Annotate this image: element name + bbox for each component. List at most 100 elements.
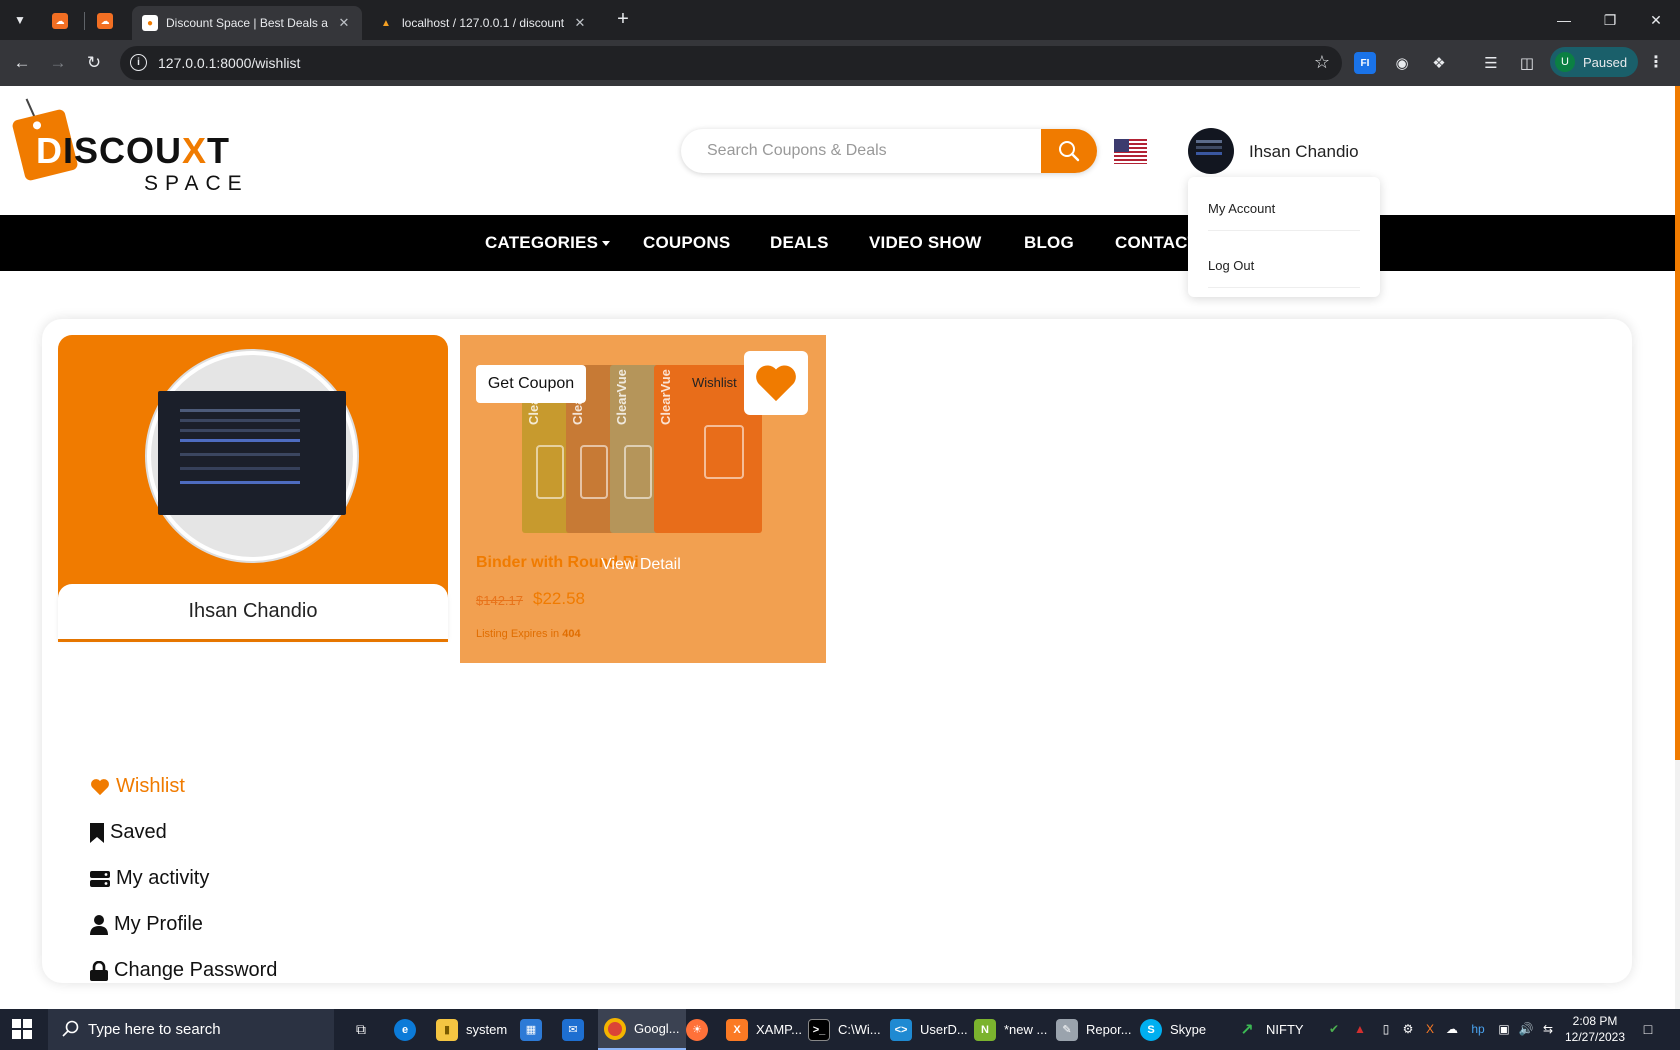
camera-extension-icon[interactable]: ◉ — [1391, 52, 1413, 74]
tab-search-chevron-icon[interactable]: ▼ — [8, 8, 32, 32]
site-header: DISCOUXT SPACE Ihsan Chandio — [0, 86, 1675, 215]
nav-blog[interactable]: BLOG — [1024, 233, 1074, 253]
taskbar-vscode[interactable]: <> UserD... — [890, 1009, 968, 1050]
wishlist-deal-card[interactable]: ClearVue ClearVue ClearVue ClearVue Get … — [460, 335, 826, 663]
bookmark-icon — [90, 822, 104, 843]
taskbar-nifty-widget[interactable]: ↗ NIFTY — [1236, 1009, 1303, 1050]
nav-video-show[interactable]: VIDEO SHOW — [869, 233, 982, 253]
taskbar-chrome[interactable]: Googl... — [598, 1009, 686, 1050]
tab-discount-space[interactable]: ● Discount Space | Best Deals and ✕ — [132, 6, 362, 40]
tab-close-icon[interactable]: ✕ — [336, 15, 352, 31]
taskbar-explorer-system[interactable]: ▮ system — [436, 1009, 507, 1050]
tab-close-icon[interactable]: ✕ — [572, 15, 588, 31]
menu-wishlist[interactable]: Wishlist — [90, 775, 185, 798]
task-view-icon[interactable]: ⧉ — [352, 1019, 370, 1039]
mail-icon: ✉ — [562, 1018, 584, 1041]
forward-arrow-icon[interactable]: → — [45, 50, 71, 76]
nav-categories[interactable]: CATEGORIES — [485, 233, 611, 253]
restore-window-icon[interactable]: ❐ — [1587, 0, 1633, 40]
menu-change-password[interactable]: Change Password — [90, 959, 277, 982]
bookmark-star-icon[interactable]: ☆ — [1314, 52, 1330, 73]
us-flag-icon[interactable] — [1114, 139, 1147, 164]
tray-chart-icon[interactable]: ▲ — [1352, 1021, 1368, 1037]
user-name[interactable]: Ihsan Chandio — [1249, 142, 1359, 162]
taskbar-clock[interactable]: 2:08 PM 12/27/2023 — [1562, 1013, 1628, 1045]
taskbar-mail[interactable]: ✉ — [562, 1009, 592, 1050]
soundcloud-icon: ☁ — [97, 13, 113, 29]
security-check-icon[interactable]: ✔ — [1326, 1021, 1342, 1037]
hp-icon[interactable]: hp — [1470, 1021, 1486, 1037]
back-arrow-icon[interactable]: ← — [9, 50, 35, 76]
site-info-icon[interactable]: i — [130, 54, 147, 71]
new-tab-plus-icon[interactable]: + — [611, 8, 635, 32]
get-coupon-button[interactable]: Get Coupon — [476, 365, 586, 403]
tab-phpmyadmin[interactable]: ▲ localhost / 127.0.0.1 / discount_ ✕ — [368, 6, 598, 40]
taskbar-store[interactable]: ▦ — [520, 1009, 550, 1050]
extensions-puzzle-icon[interactable]: ❖ — [1428, 52, 1450, 74]
taskbar-skype[interactable]: S Skype — [1140, 1009, 1206, 1050]
reload-icon[interactable]: ↻ — [81, 50, 107, 76]
page-viewport: DISCOUXT SPACE Ihsan Chandio CATEGORIES … — [0, 86, 1680, 1009]
wishlist-heart-button[interactable] — [744, 351, 808, 415]
settings-tray-icon[interactable]: ⚙ — [1400, 1021, 1416, 1037]
dropdown-my-account[interactable]: My Account — [1208, 201, 1360, 231]
notifications-icon[interactable]: □ — [1640, 1021, 1656, 1037]
taskbar-search[interactable]: Type here to search — [48, 1009, 334, 1050]
menu-my-activity[interactable]: My activity — [90, 867, 209, 890]
browser-menu-icon[interactable]: ⋮ — [1648, 52, 1664, 72]
wishlist-label: Wishlist — [692, 375, 737, 390]
extension-fi-icon[interactable]: FI — [1354, 52, 1376, 74]
user-avatar[interactable] — [1188, 128, 1234, 174]
nav-deals[interactable]: DEALS — [770, 233, 829, 253]
chrome-icon — [604, 1017, 626, 1040]
taskbar-firefox[interactable]: ☀ — [686, 1009, 716, 1050]
soundcloud-icon: ☁ — [52, 13, 68, 29]
scrollbar-thumb[interactable] — [1675, 86, 1680, 760]
taskbar-notepadpp[interactable]: N *new ... — [974, 1009, 1047, 1050]
taskbar-report[interactable]: ✎ Repor... — [1056, 1009, 1132, 1050]
browser-tab-bar: ▼ ☁ ☁ ● Discount Space | Best Deals and … — [0, 0, 1680, 40]
report-icon: ✎ — [1056, 1018, 1078, 1041]
logo-wordmark: DISCOUXT — [36, 130, 231, 171]
user-dropdown-menu: My Account Log Out — [1188, 177, 1380, 297]
profile-button[interactable]: U Paused — [1550, 47, 1638, 77]
xampp-tray-icon[interactable]: X — [1422, 1021, 1438, 1037]
menu-my-profile[interactable]: My Profile — [90, 913, 203, 936]
listing-expiry: Listing Expires in 404 — [476, 628, 581, 640]
user-icon — [90, 914, 108, 935]
network-icon[interactable]: ▣ — [1496, 1021, 1512, 1037]
menu-saved[interactable]: Saved — [90, 821, 167, 844]
search-button[interactable] — [1041, 129, 1097, 173]
address-url[interactable]: 127.0.0.1:8000/wishlist — [158, 55, 300, 71]
minimize-window-icon[interactable]: — — [1541, 0, 1587, 40]
usb-icon[interactable]: ▯ — [1378, 1021, 1394, 1037]
heart-icon — [91, 778, 109, 795]
profile-sidebar: Ihsan Chandio Wishlist Saved My activity… — [58, 335, 448, 985]
taskbar-edge[interactable]: e — [394, 1009, 424, 1050]
server-icon — [90, 870, 110, 887]
nav-coupons[interactable]: COUPONS — [643, 233, 730, 253]
page-scrollbar[interactable] — [1675, 86, 1680, 1009]
main-nav: CATEGORIES COUPONS DEALS VIDEO SHOW BLOG… — [0, 215, 1675, 271]
side-panel-icon[interactable]: ◫ — [1516, 52, 1538, 74]
pinned-tab-soundcloud[interactable]: ☁ — [40, 8, 80, 34]
view-detail-link[interactable]: View Detail — [601, 556, 681, 574]
profile-name: Ihsan Chandio — [58, 584, 448, 639]
windows-start-icon[interactable] — [12, 1019, 32, 1039]
taskbar-cmd[interactable]: >_ C:\Wi... — [808, 1009, 881, 1050]
site-logo[interactable]: DISCOUXT SPACE — [11, 98, 250, 196]
close-window-icon[interactable]: ✕ — [1633, 0, 1679, 40]
onedrive-icon[interactable]: ☁ — [1444, 1021, 1460, 1037]
media-controls-icon[interactable]: ☰ — [1480, 52, 1502, 74]
address-bar[interactable]: i 127.0.0.1:8000/wishlist ☆ — [120, 46, 1342, 80]
nav-contact[interactable]: CONTACT — [1115, 233, 1198, 253]
sale-price: $22.58 — [533, 589, 585, 608]
language-icon[interactable]: ⇆ — [1540, 1021, 1556, 1037]
volume-icon[interactable]: 🔊 — [1518, 1021, 1534, 1037]
taskbar-xampp[interactable]: X XAMP... — [726, 1009, 802, 1050]
search-input[interactable] — [681, 129, 1041, 173]
pinned-tab-soundcloud-2[interactable]: ☁ — [85, 8, 125, 34]
windows-taskbar: Type here to search ⧉ e ▮ system ▦ ✉ Goog… — [0, 1009, 1680, 1050]
vscode-icon: <> — [890, 1018, 912, 1041]
dropdown-log-out[interactable]: Log Out — [1208, 258, 1360, 288]
